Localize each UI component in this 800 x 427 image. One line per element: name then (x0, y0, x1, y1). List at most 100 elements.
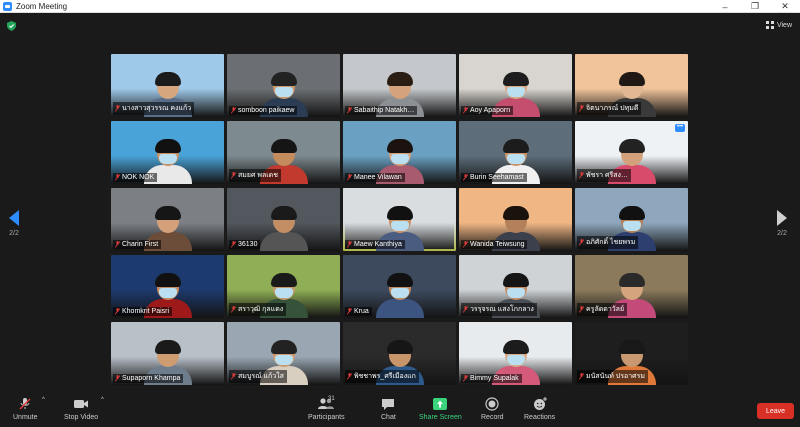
participant-tile[interactable]: 36130 (227, 188, 340, 251)
title-bar: Zoom Meeting – ❐ ✕ (0, 0, 800, 13)
participant-name-tag: Krua (345, 307, 372, 316)
video-options-caret[interactable]: ^ (101, 397, 104, 403)
participant-tile[interactable]: Burin Seehamast (459, 121, 572, 184)
participant-tile[interactable]: Manee Vilawan (343, 121, 456, 184)
participant-name-tag: Supaporn Khampa (113, 374, 184, 383)
participant-name: Krua (354, 308, 369, 315)
participants-button[interactable]: 31 Participants (308, 396, 345, 421)
participant-name: Burin Seehamast (470, 174, 524, 181)
stop-video-button[interactable]: Stop Video (64, 397, 98, 421)
participant-name-tag: Manee Vilawan (345, 173, 405, 182)
mic-muted-icon (115, 308, 120, 315)
participant-name: สมบูรณ์ แก้วใส (238, 373, 284, 380)
maximize-button[interactable]: ❐ (740, 0, 770, 13)
participant-name: somboon paikaew (238, 107, 295, 114)
participant-tile[interactable]: สราวุฒิ กุลแดง (227, 255, 340, 318)
arrow-left-icon[interactable] (9, 210, 19, 226)
previous-page[interactable]: 2/2 (9, 210, 19, 237)
participant-tile[interactable]: Sabaithip Natakh… (343, 54, 456, 117)
smiley-add-icon (533, 397, 547, 410)
record-label: Record (481, 414, 504, 421)
mic-muted-icon (579, 373, 584, 380)
unmute-button[interactable]: Unmute (13, 397, 38, 421)
video-stage: View 2/2 2/2 นางสาวสุวรรณ คงแก้ว somboon … (0, 13, 800, 392)
record-icon (485, 397, 499, 411)
participant-name: พิชชาพร_ศรีเมืองแก (354, 373, 416, 380)
mic-muted-icon (115, 241, 120, 248)
arrow-right-icon[interactable] (777, 210, 787, 226)
mic-muted-icon (347, 308, 352, 315)
next-page[interactable]: 2/2 (777, 210, 787, 237)
participant-tile[interactable]: นางสาวสุวรรณ คงแก้ว (111, 54, 224, 117)
participants-count: 31 (328, 396, 335, 402)
mic-muted-icon (231, 306, 236, 313)
share-screen-label: Share Screen (419, 414, 462, 421)
participant-name-tag: อภิศักดิ์ ไชยพรม (577, 236, 639, 249)
mic-muted-icon (347, 373, 352, 380)
participant-tile[interactable]: Krua (343, 255, 456, 318)
participant-tile[interactable]: พิชชาพร_ศรีเมืองแก (343, 322, 456, 385)
record-button[interactable]: Record (481, 397, 504, 421)
participant-tile[interactable]: อภิศักดิ์ ไชยพรม (575, 188, 688, 251)
participant-name-tag: somboon paikaew (229, 106, 298, 115)
participant-name-tag: Aoy Apaporn (461, 106, 514, 115)
participant-tile[interactable]: สมบูรณ์ แก้วใส (227, 322, 340, 385)
participant-name-tag: Burin Seehamast (461, 173, 527, 182)
participant-tile[interactable]: Aoy Apaporn (459, 54, 572, 117)
participant-name: Manee Vilawan (354, 174, 402, 181)
chat-button[interactable]: Chat (381, 397, 396, 421)
mic-muted-icon (579, 172, 584, 179)
participant-tile[interactable]: Charin First (111, 188, 224, 251)
participant-tile[interactable]: somboon paikaew (227, 54, 340, 117)
window-title: Zoom Meeting (16, 1, 68, 11)
participant-tile[interactable]: จิตนาภรณ์ ปทุมดี (575, 54, 688, 117)
mic-muted-icon (347, 241, 352, 248)
close-button[interactable]: ✕ (770, 0, 800, 13)
participant-name: มนัสนันท์ ปรอาศรม (586, 373, 645, 380)
share-screen-button[interactable]: Share Screen (419, 397, 462, 421)
participant-name: Wanida Teiwsung (470, 241, 525, 248)
participant-name: สมยศ พลเดช (238, 172, 278, 179)
audio-options-caret[interactable]: ^ (42, 397, 45, 403)
share-screen-icon (433, 398, 448, 410)
page-indicator-right: 2/2 (777, 230, 787, 237)
participant-tile[interactable]: Wanida Teiwsung (459, 188, 572, 251)
mic-muted-icon (463, 241, 468, 248)
mic-muted-icon (463, 306, 468, 313)
participant-tile[interactable]: ครูลัดดาวัลย์ (575, 255, 688, 318)
reactions-label: Reactions (524, 414, 556, 421)
participant-name-tag: พิชชาพร_ศรีเมืองแก (345, 370, 419, 383)
participant-tile[interactable]: Maew Kanthiya (343, 188, 456, 251)
zoom-logo-icon (3, 1, 12, 11)
leave-button[interactable]: Leave (757, 403, 794, 419)
participant-name-tag: 36130 (229, 240, 261, 249)
page-indicator-left: 2/2 (9, 230, 19, 237)
mic-muted-icon (115, 375, 120, 382)
participant-tile[interactable]: NOK NOK (111, 121, 224, 184)
participant-name-tag: สมบูรณ์ แก้วใส (229, 370, 287, 383)
participant-tile[interactable]: Supaporn Khampa (111, 322, 224, 385)
participants-label: Participants (308, 414, 345, 421)
participant-tile[interactable]: มนัสนันท์ ปรอาศรม (575, 322, 688, 385)
participant-name-tag: สราวุฒิ กุลแดง (229, 303, 287, 316)
participant-name-tag: Wanida Teiwsung (461, 240, 528, 249)
participant-video (258, 205, 310, 251)
mic-muted-icon (231, 172, 236, 179)
meeting-toolbar: Unmute ^ Stop Video ^ 31 Participants Ch… (0, 392, 800, 427)
gallery-grid: นางสาวสุวรรณ คงแก้ว somboon paikaew Sabait… (111, 54, 689, 387)
participant-name: Bimmy Supalak (470, 375, 519, 382)
more-options-icon[interactable]: ••• (675, 124, 685, 132)
minimize-button[interactable]: – (710, 0, 740, 13)
participant-tile[interactable]: วรรุจรณ แสงโกกลาง (459, 255, 572, 318)
participant-tile[interactable]: Bimmy Supalak (459, 322, 572, 385)
view-button[interactable]: View (765, 19, 792, 31)
mic-muted-icon (463, 375, 468, 382)
chat-label: Chat (381, 414, 396, 421)
shield-check-icon[interactable] (7, 21, 16, 31)
reactions-button[interactable]: Reactions (524, 397, 555, 421)
participant-name: 36130 (238, 241, 258, 248)
participant-tile[interactable]: ••• พัชรา ศรีสง… (575, 121, 688, 184)
participant-name: Sabaithip Natakh… (354, 107, 415, 114)
participant-tile[interactable]: สมยศ พลเดช (227, 121, 340, 184)
participant-tile[interactable]: Khomkrit Paisri (111, 255, 224, 318)
